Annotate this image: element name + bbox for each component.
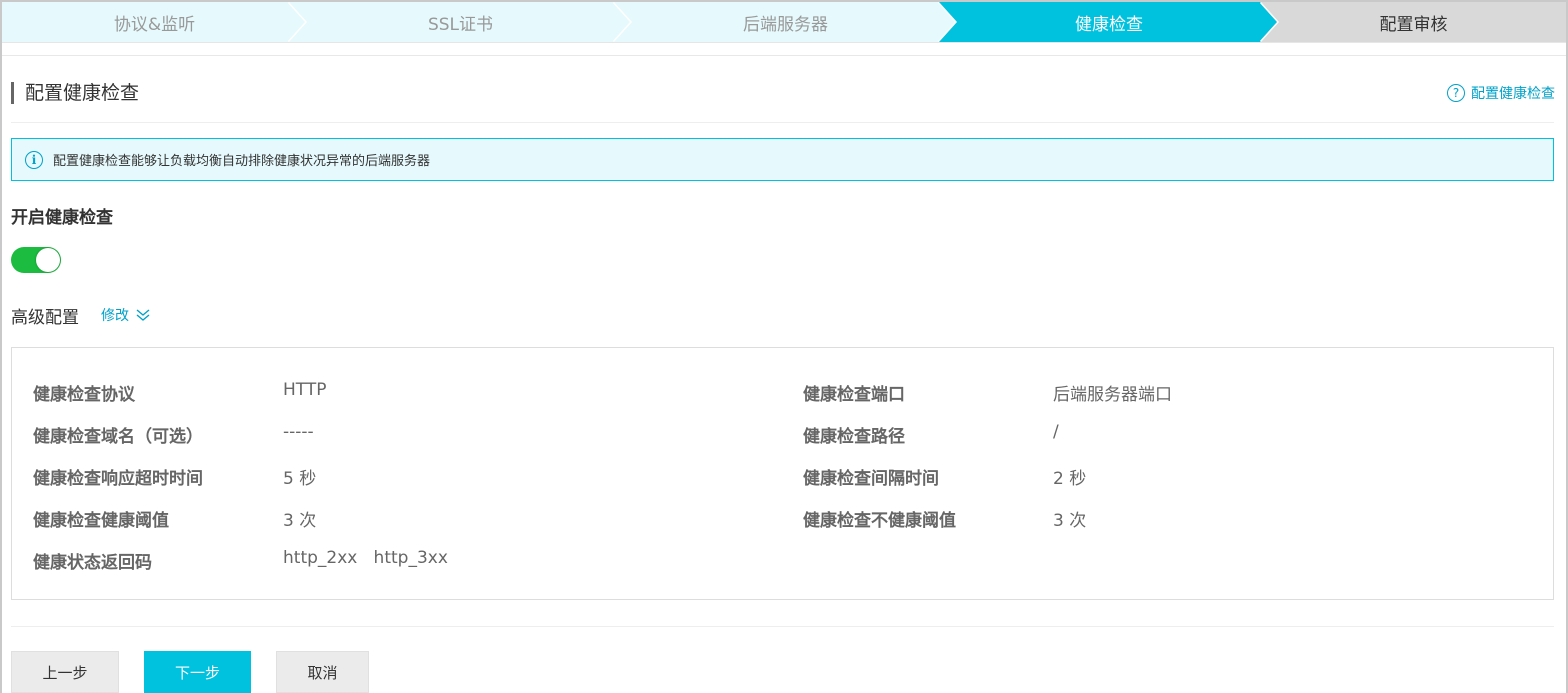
detail-label: 健康检查协议 bbox=[33, 385, 135, 405]
step-label: 健康检查 bbox=[1075, 14, 1143, 35]
question-circle-icon: ? bbox=[1447, 84, 1465, 102]
detail-value: 后端服务器端口 bbox=[1053, 385, 1172, 405]
double-chevron-down-icon bbox=[136, 309, 150, 321]
step-label: 后端服务器 bbox=[743, 14, 828, 35]
help-link[interactable]: ? 配置健康检查 bbox=[1447, 82, 1555, 104]
step-label: SSL证书 bbox=[427, 14, 494, 35]
detail-label: 健康状态返回码 bbox=[33, 553, 152, 573]
detail-value: http_2xx http_3xx bbox=[283, 548, 448, 568]
detail-value: 2 秒 bbox=[1053, 469, 1087, 489]
detail-label: 健康检查间隔时间 bbox=[803, 469, 939, 489]
detail-label: 健康检查路径 bbox=[803, 427, 905, 447]
detail-label: 健康检查域名（可选） bbox=[33, 427, 203, 447]
cancel-button[interactable]: 取消 bbox=[276, 651, 369, 693]
detail-value: HTTP bbox=[283, 380, 327, 400]
step-ssl-certificate[interactable]: SSL证书 bbox=[289, 2, 632, 42]
step-label: 配置审核 bbox=[1379, 14, 1448, 35]
step-label: 协议&监听 bbox=[113, 14, 196, 35]
toggle-knob bbox=[36, 248, 60, 272]
section-title: 配置健康检查 bbox=[11, 82, 139, 104]
detail-label: 健康检查不健康阈值 bbox=[803, 511, 956, 531]
health-check-details: 健康检查协议 HTTP 健康检查域名（可选） ----- 健康检查响应超时时间 … bbox=[11, 347, 1554, 600]
step-protocol-listener[interactable]: 协议&监听 bbox=[2, 2, 307, 42]
info-text: 配置健康检查能够让负载均衡自动排除健康状况异常的后端服务器 bbox=[53, 154, 431, 169]
prev-step-button[interactable]: 上一步 bbox=[11, 651, 119, 693]
divider bbox=[2, 55, 1566, 56]
step-backend-servers[interactable]: 后端服务器 bbox=[614, 2, 957, 42]
modify-advanced-link[interactable]: 修改 bbox=[101, 305, 151, 325]
detail-value: 3 次 bbox=[283, 511, 317, 531]
divider bbox=[11, 122, 1554, 123]
next-step-button[interactable]: 下一步 bbox=[144, 651, 251, 693]
detail-value: / bbox=[1053, 422, 1059, 442]
step-health-check[interactable]: 健康检查 bbox=[939, 2, 1279, 42]
advanced-config-label: 高级配置 bbox=[11, 308, 79, 328]
info-banner: i 配置健康检查能够让负载均衡自动排除健康状况异常的后端服务器 bbox=[11, 138, 1554, 181]
detail-label: 健康检查健康阈值 bbox=[33, 511, 169, 531]
info-circle-icon: i bbox=[25, 150, 43, 169]
detail-label: 健康检查端口 bbox=[803, 385, 905, 405]
detail-value: 3 次 bbox=[1053, 511, 1087, 531]
detail-value: ----- bbox=[283, 422, 314, 442]
step-review[interactable]: 配置审核 bbox=[1261, 2, 1566, 42]
detail-value: 5 秒 bbox=[283, 469, 317, 489]
modify-link-label: 修改 bbox=[101, 308, 129, 324]
divider bbox=[2, 42, 1566, 43]
enable-health-check-label: 开启健康检查 bbox=[11, 208, 113, 228]
divider bbox=[11, 626, 1554, 627]
health-check-toggle[interactable] bbox=[11, 247, 61, 273]
step-progress-bar: 协议&监听 SSL证书 后端服务器 健康检查 配置审核 bbox=[2, 2, 1566, 42]
help-link-label: 配置健康检查 bbox=[1471, 86, 1555, 102]
detail-label: 健康检查响应超时时间 bbox=[33, 469, 203, 489]
